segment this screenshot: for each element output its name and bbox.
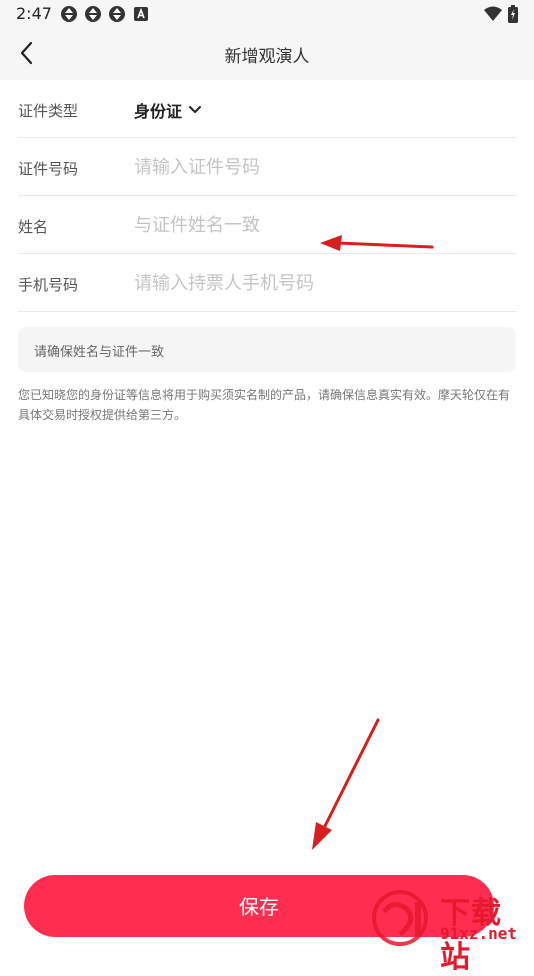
id-number-row: 证件号码 [18,138,516,196]
name-label: 姓名 [18,218,49,236]
arrow-icon [312,718,380,850]
sync-icon [109,6,125,22]
app-bar: 新增观演人 [0,28,534,80]
id-type-value: 身份证 [134,102,183,121]
status-bar: 2:47 [0,0,534,28]
tip-text: 请确保姓名与证件一致 [34,345,165,360]
page-title: 新增观演人 [224,47,310,67]
a-icon [134,7,148,21]
battery-icon [508,5,518,23]
phone-input[interactable] [134,268,504,298]
id-number-label: 证件号码 [18,160,79,178]
name-input[interactable] [134,210,504,240]
chevron-down-icon [189,106,202,113]
91-logo-icon [372,890,428,946]
watermark-domain: 91xz.net [440,924,518,943]
id-type-row: 证件类型 身份证 [18,80,516,138]
id-number-input[interactable] [134,152,504,182]
attendee-form: 证件类型 身份证 证件号码 姓名 手机号码 [18,80,516,312]
status-icons-right [484,5,518,23]
id-type-select[interactable]: 身份证 [134,98,202,122]
sync-icon [85,6,101,22]
watermark: 下载站 91xz.net [370,888,530,975]
status-time: 2:47 [16,4,52,23]
privacy-notice: 您已知晓您的身份证等信息将用于购买须实名制的产品，请确保信息真实有效。摩天轮仅在… [18,388,511,422]
name-row: 姓名 [18,196,516,254]
tip-box: 请确保姓名与证件一致 [18,327,516,372]
status-icons-left [60,5,150,23]
wifi-icon [484,6,502,21]
phone-row: 手机号码 [18,254,516,312]
sync-icon [61,6,77,22]
id-type-label: 证件类型 [18,102,79,120]
phone-label: 手机号码 [18,276,79,294]
